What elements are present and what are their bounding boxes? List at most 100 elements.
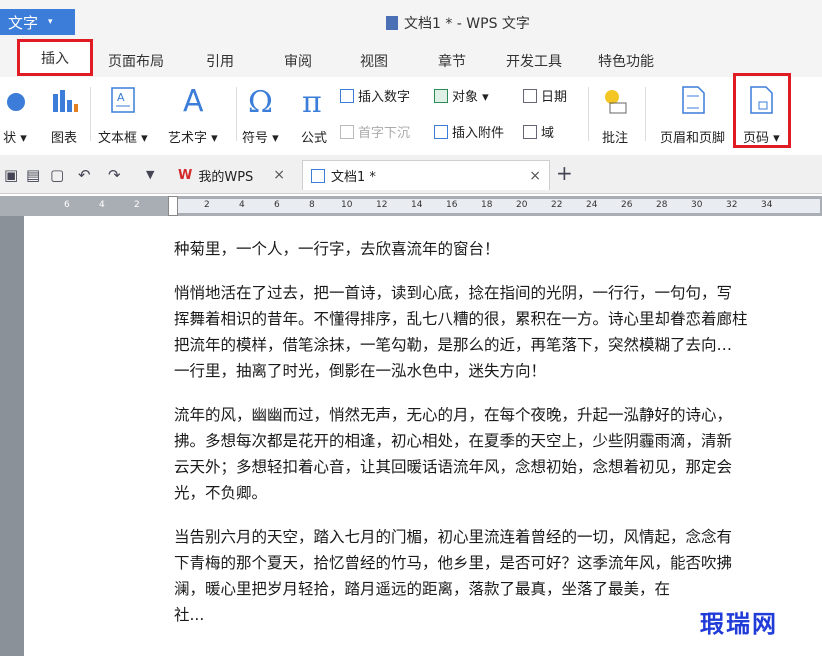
text-line: 当告别六月的天空，踏入七月的门楣，初心里流连着曾经的一切，风情起，念念有 [174,528,733,546]
tab-my-wps[interactable]: W 我的WPS × [170,160,293,190]
shape-label: 状 ▾ [3,131,27,146]
ruler-tick: 2 [204,200,210,210]
tab-insert-label: 插入 [41,50,69,67]
ruler-tick: 4 [239,200,245,210]
separator [236,87,237,141]
ruler-tick: 6 [64,200,70,210]
tab-view[interactable]: 视图 [360,51,388,71]
tab-references[interactable]: 引用 [206,51,234,71]
pi-icon: π [302,85,322,117]
tab-developer[interactable]: 开发工具 [506,51,562,71]
insert-number-button[interactable]: 插入数字 [340,86,410,105]
ruler-tick: 10 [341,200,353,210]
watermark-logo: 瑕瑞网 [700,609,778,638]
symbol-button[interactable]: Ω 符号 ▾ [242,77,279,146]
dropcap-icon [340,124,354,139]
document-workspace: 种菊里，一个人，一行字，去欣喜流年的窗台！ 悄悄地活在了过去，把一首诗，读到心底… [0,216,822,656]
window-title: 文档1 * - WPS 文字 [386,13,530,33]
paragraph: 悄悄地活在了过去，把一首诗，读到心底，捻在指间的光阴，一行行，一句句，写 挥舞着… [174,280,814,384]
field-icon [523,124,537,139]
object-button[interactable]: 对象 ▾ [434,86,489,105]
dropcap-button[interactable]: 首字下沉 [340,122,410,141]
text-line: 挥舞着相识的昔年。不懂得排序，乱七八糟的很，累积在一方。诗心里却眷恋着廊柱 [174,310,748,328]
title-bar: 文字 ▾ 文档1 * - WPS 文字 [0,0,822,44]
svg-text:A: A [117,91,125,104]
paragraph: 流年的风，幽幽而过，悄然无声，无心的月，在每个夜晚，升起一泓静好的诗心， 拂。多… [174,402,814,506]
text-line: 流年的风，幽幽而过，悄然无声，无心的月，在每个夜晚，升起一泓静好的诗心， [174,406,733,424]
ruler-tick: 2 [134,200,140,210]
textbox-button[interactable]: A 文本框 ▾ [98,77,148,146]
chart-button[interactable]: 图表 [49,77,79,146]
ruler-tick: 32 [726,200,738,210]
chart-icon [53,90,78,112]
save-icon[interactable]: ▣ [4,166,18,184]
add-tab-icon[interactable]: + [556,161,573,185]
field-label: 域 [541,126,555,141]
textbox-label: 文本框 ▾ [98,131,148,146]
indent-marker[interactable] [168,196,178,216]
tab-page-layout[interactable]: 页面布局 [108,51,164,71]
quick-access-bar: ▣ ▤ ▢ ↶ ↷ ▼ W 我的WPS × 文档1 * × + [0,155,822,194]
object-label: 对象 ▾ [452,90,489,105]
tab-special-features[interactable]: 特色功能 [598,51,654,71]
attachment-icon [434,124,448,139]
ruler-tick: 22 [551,200,563,210]
tab-document1[interactable]: 文档1 * × [302,160,550,190]
wordart-icon: A [183,84,204,117]
ruler-tick: 26 [621,200,633,210]
separator [588,87,589,141]
shape-button[interactable]: 状 ▾ [0,77,30,146]
paragraph: 种菊里，一个人，一行字，去欣喜流年的窗台！ [174,236,814,262]
ruler-tick: 6 [274,200,280,210]
attachment-button[interactable]: 插入附件 [434,122,504,141]
text-line: 拂。多想每次都是花开的相逢，初心相处，在夏季的天空上，少些阴霾雨滴，清新 [174,432,733,450]
header-footer-button[interactable]: 页眉和页脚 [660,77,725,146]
separator [645,87,646,141]
date-button[interactable]: 日期 [523,86,567,105]
document-page[interactable]: 种菊里，一个人，一行字，去欣喜流年的窗台！ 悄悄地活在了过去，把一首诗，读到心底… [24,216,822,656]
object-icon [434,88,448,103]
tab-review[interactable]: 审阅 [284,51,312,71]
print-preview-icon[interactable]: ▢ [50,166,64,184]
tab-insert[interactable]: 插入 [17,39,93,76]
ruler-tick: 18 [481,200,493,210]
ruler-tick: 16 [446,200,458,210]
app-menu-label: 文字 [8,13,39,32]
tab-chapter[interactable]: 章节 [438,51,466,71]
tab-my-wps-label: 我的WPS [198,169,254,185]
customize-dropdown-icon[interactable]: ▼ [146,168,154,181]
header-footer-label: 页眉和页脚 [660,131,726,146]
page-number-highlight [733,73,791,148]
close-icon[interactable]: × [529,168,541,184]
comment-button[interactable]: 批注 [600,77,630,146]
wps-logo-icon: W [178,167,193,183]
ribbon-tab-bar: 页面布局 引用 审阅 视图 章节 开发工具 特色功能 [0,44,822,78]
close-icon[interactable]: × [273,167,285,183]
wordart-label: 艺术字 ▾ [168,131,218,146]
ruler-tick: 20 [516,200,528,210]
chart-label: 图表 [50,131,77,146]
calendar-icon [523,88,537,103]
separator [90,87,91,141]
ruler-text-area [170,199,820,213]
app-menu-button[interactable]: 文字 ▾ [0,9,75,35]
svg-text:Ω: Ω [248,85,273,117]
undo-icon[interactable]: ↶ [78,166,91,184]
formula-button[interactable]: π 公式 [299,77,329,146]
ruler-tick: 14 [411,200,423,210]
text-line: 把流年的模样，借笔涂抹，一笔勾勒，是那么的近，再笔落下，突然模糊了去向… [174,336,733,354]
wordart-button[interactable]: A 艺术字 ▾ [168,77,218,146]
print-icon[interactable]: ▤ [26,166,40,184]
document-body[interactable]: 种菊里，一个人，一行字，去欣喜流年的窗台！ 悄悄地活在了过去，把一首诗，读到心底… [174,236,814,646]
header-footer-icon [681,86,705,114]
ruler-tick: 4 [99,200,105,210]
window-title-text: 文档1 * - WPS 文字 [404,16,530,32]
field-button[interactable]: 域 [523,122,554,141]
redo-icon[interactable]: ↷ [108,166,121,184]
symbol-label: 符号 ▾ [242,131,279,146]
insert-number-label: 插入数字 [358,90,411,105]
shape-icon [7,93,25,111]
text-line: 云天外；多想轻扣着心音，让其回暖话语流年风，念想初始，念想着初见，那定会 [174,458,733,476]
chevron-down-icon: ▾ [48,17,53,27]
text-line: 悄悄地活在了过去，把一首诗，读到心底，捻在指间的光阴，一行行，一句句，写 [174,284,733,302]
